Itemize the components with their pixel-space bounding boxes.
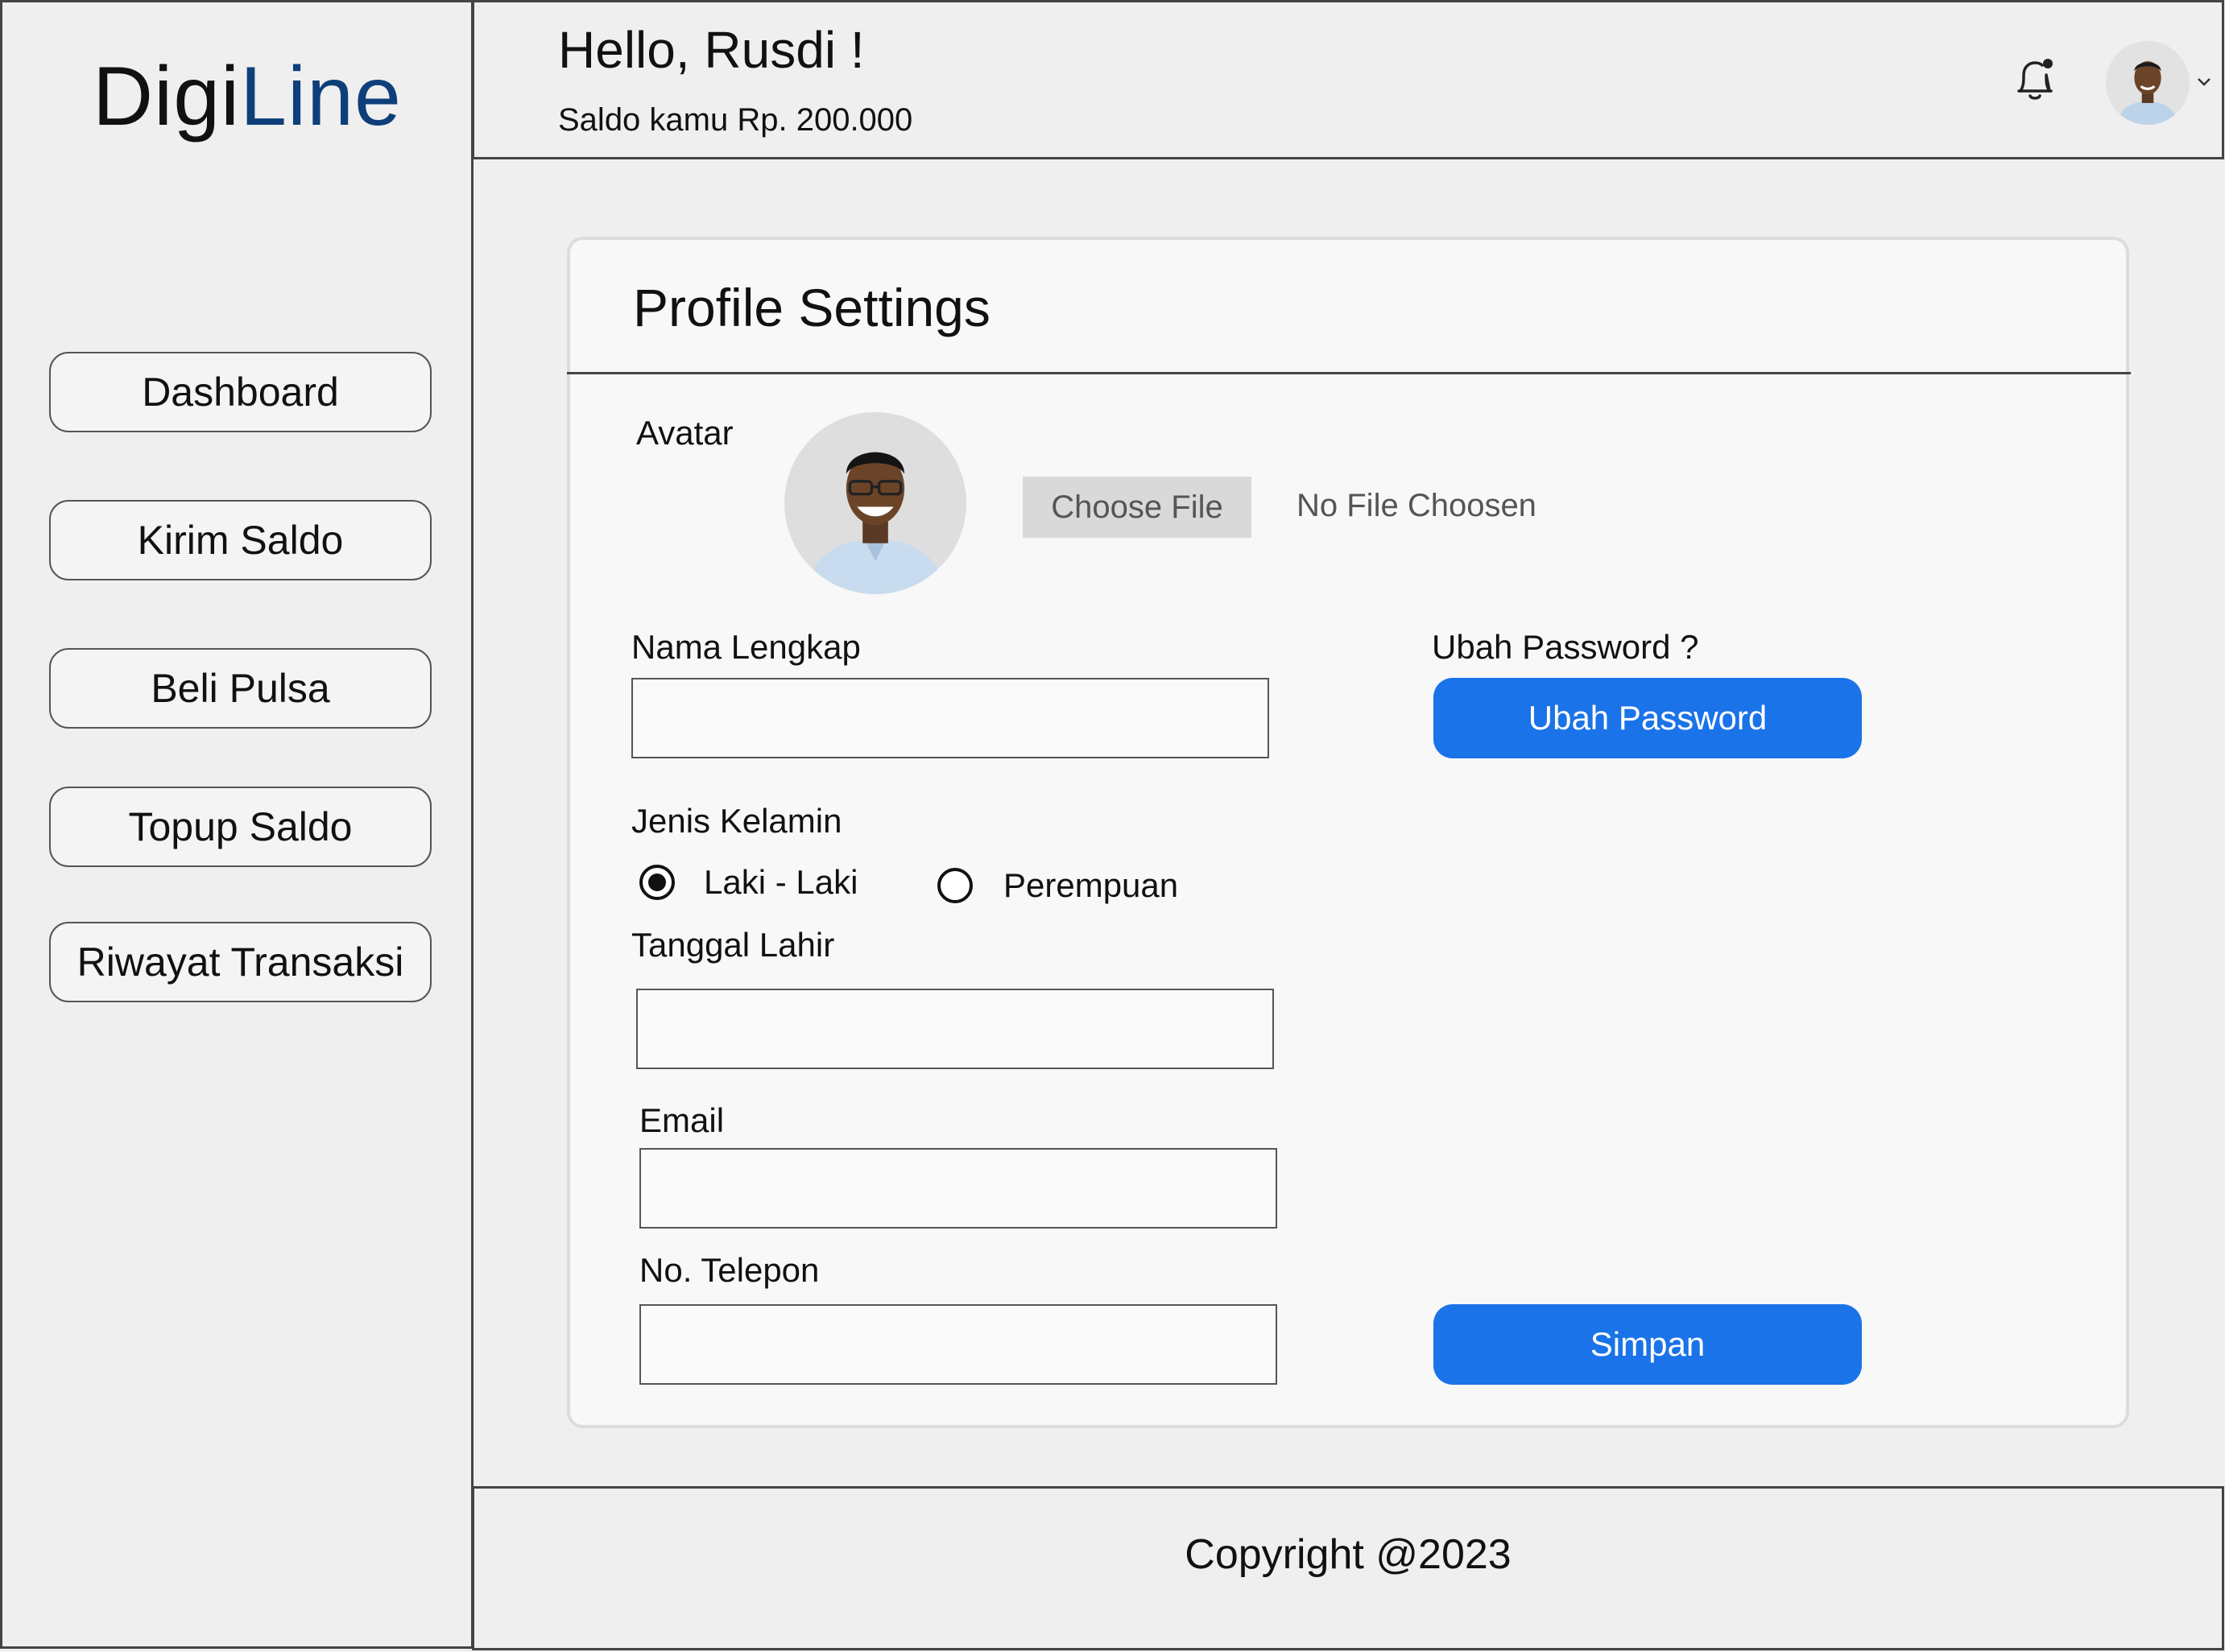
no-file-text: No File Choosen <box>1297 488 1536 523</box>
full-name-input[interactable] <box>631 678 1269 758</box>
sidebar-item-label: Topup Saldo <box>128 804 353 849</box>
balance-text: Saldo kamu Rp. 200.000 <box>558 102 913 138</box>
top-header: Hello, Rusdi ! Saldo kamu Rp. 200.000 <box>472 0 2224 159</box>
profile-avatar <box>784 412 966 594</box>
sidebar-item-beli-pulsa[interactable]: Beli Pulsa <box>49 648 432 729</box>
sidebar-item-kirim-saldo[interactable]: Kirim Saldo <box>49 500 432 580</box>
bell-icon[interactable] <box>2009 54 2061 105</box>
page-title: Profile Settings <box>633 278 990 337</box>
gender-radio-female[interactable] <box>937 868 973 903</box>
logo-text-line: Line <box>240 50 402 143</box>
sidebar-item-label: Beli Pulsa <box>151 666 330 711</box>
email-label: Email <box>639 1101 725 1139</box>
choose-file-button[interactable]: Choose File <box>1023 477 1251 538</box>
greeting-text: Hello, Rusdi ! <box>558 21 865 79</box>
birthdate-input[interactable] <box>636 989 1274 1069</box>
logo-text-digi: Digi <box>93 50 241 143</box>
sidebar-item-label: Riwayat Transaksi <box>77 940 404 985</box>
divider <box>567 372 2131 374</box>
full-name-label: Nama Lengkap <box>631 628 861 666</box>
phone-input[interactable] <box>639 1304 1277 1385</box>
change-password-button[interactable]: Ubah Password <box>1433 678 1862 758</box>
gender-radio-male[interactable] <box>639 865 675 900</box>
sidebar-item-label: Dashboard <box>142 370 339 415</box>
sidebar-item-dashboard[interactable]: Dashboard <box>49 352 432 432</box>
sidebar-item-label: Kirim Saldo <box>137 518 344 563</box>
sidebar-item-topup-saldo[interactable]: Topup Saldo <box>49 787 432 867</box>
gender-option-male: Laki - Laki <box>704 863 858 901</box>
user-avatar[interactable] <box>2106 41 2190 125</box>
gender-option-female: Perempuan <box>1003 866 1179 904</box>
profile-settings-card: Profile Settings Avatar Choose File No F… <box>567 237 2131 1428</box>
sidebar: DigiLine Dashboard Kirim Saldo Beli Puls… <box>0 0 474 1649</box>
avatar-label: Avatar <box>636 414 734 452</box>
sidebar-item-riwayat-transaksi[interactable]: Riwayat Transaksi <box>49 922 432 1002</box>
save-button[interactable]: Simpan <box>1433 1304 1862 1385</box>
change-password-label: Ubah Password ? <box>1432 628 1699 666</box>
gender-label: Jenis Kelamin <box>631 802 842 840</box>
footer: Copyright @2023 <box>472 1486 2224 1650</box>
chevron-down-icon[interactable] <box>2193 70 2215 93</box>
copyright-text: Copyright @2023 <box>1185 1531 1512 1578</box>
app-logo: DigiLine <box>93 49 402 145</box>
birthdate-label: Tanggal Lahir <box>631 926 835 964</box>
email-input[interactable] <box>639 1148 1277 1229</box>
phone-label: No. Telepon <box>639 1251 820 1289</box>
